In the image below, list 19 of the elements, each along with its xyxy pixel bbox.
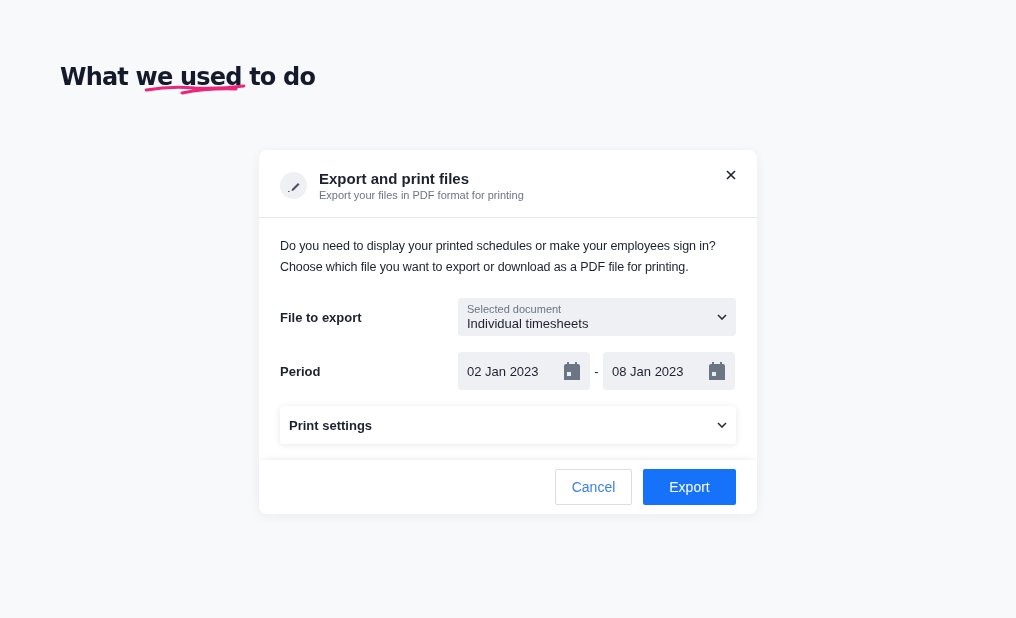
end-date-field[interactable]: 08 Jan 2023 [603,352,735,390]
dialog-subtitle: Export your files in PDF format for printing [319,189,524,201]
cancel-button[interactable]: Cancel [555,469,632,505]
chevron-down-icon [717,314,727,320]
close-icon[interactable] [725,169,737,181]
document-dropdown[interactable]: Selected document Individual timesheets [458,298,736,336]
calendar-icon[interactable] [709,362,725,380]
page-heading: What we used to do [60,62,316,93]
field-label: Period [280,363,322,379]
date-separator: - [593,363,600,379]
start-date-field[interactable]: 02 Jan 2023 [458,352,590,390]
export-button[interactable]: Export [643,469,736,505]
chevron-down-icon [717,422,727,428]
description-text: Do you need to display your printed schedules or make your employees sign in? Choose which file you want to export or download as a PDF file for printing. [280,238,717,276]
dialog-title: Export and print files [319,170,470,187]
field-label: File to export [280,309,363,325]
pencil-icon [280,172,307,199]
print-settings-toggle[interactable]: Print settings [280,406,736,444]
calendar-icon[interactable] [564,362,580,380]
